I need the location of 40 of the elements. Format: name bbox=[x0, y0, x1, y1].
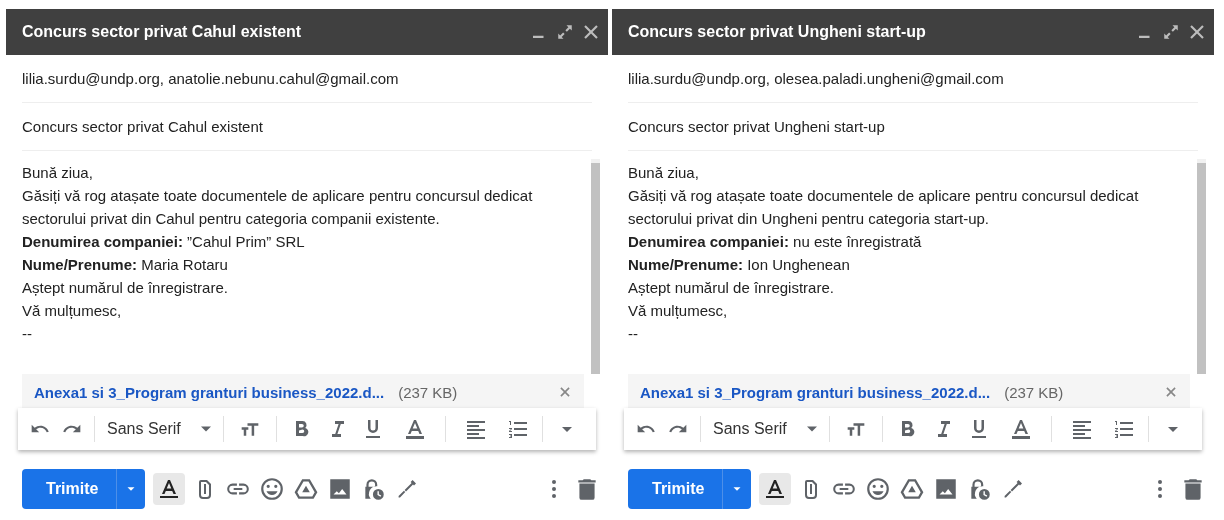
smiley-icon[interactable] bbox=[865, 476, 892, 502]
message-line: Găsiți vă rog atașate toate documentele de aplicare pentru concursul dedicat bbox=[22, 186, 534, 206]
message-line: Denumirea companiei: nu este înregistrată bbox=[628, 232, 923, 252]
window-title: Concurs sector privat Cahul existent bbox=[22, 23, 303, 41]
recipients-field[interactable]: lilia.surdu@undp.org, anatolie.nebunu.cahul@gmail.com bbox=[22, 55, 592, 103]
message-line: Bună ziua, bbox=[22, 163, 94, 183]
smiley-icon[interactable] bbox=[259, 476, 286, 502]
triangle-icon[interactable] bbox=[899, 476, 926, 502]
caret-icon[interactable] bbox=[806, 426, 817, 432]
message-line: -- bbox=[22, 324, 33, 344]
message-line: Nume/Prenume: Maria Rotaru bbox=[22, 255, 229, 275]
close-icon[interactable] bbox=[582, 23, 600, 41]
window-title: Concurs sector privat Ungheni start-up bbox=[628, 23, 927, 41]
message-line: sectorului privat din Cahul pentru categoria companii existente. bbox=[22, 209, 441, 229]
message-line: Aștept numărul de înregistrare. bbox=[628, 278, 835, 298]
attachment-chip[interactable]: Anexa1 si 3_Program granturi business_2022.d... (237 KB) bbox=[22, 374, 584, 410]
font-dropdown[interactable]: Sans Serif bbox=[103, 420, 215, 438]
attachment-chip[interactable]: Anexa1 si 3_Program granturi business_2022.d... (237 KB) bbox=[628, 374, 1190, 410]
scrollbar-thumb[interactable] bbox=[1197, 163, 1206, 374]
message-line: Aștept numărul de înregistrare. bbox=[22, 278, 229, 298]
close-icon[interactable] bbox=[1164, 385, 1178, 399]
message-line: Vă mulțumesc, bbox=[22, 301, 123, 321]
message-line: -- bbox=[628, 324, 639, 344]
message-line: Vă mulțumesc, bbox=[628, 301, 729, 321]
expand-icon[interactable] bbox=[1162, 23, 1180, 41]
subject-field[interactable]: Concurs sector privat Cahul existent bbox=[22, 103, 592, 151]
message-line: Denumirea companiei: ”Cahul Prim” SRL bbox=[22, 232, 306, 252]
message-line: sectorului privat din Ungheni pentru categoria start-up. bbox=[628, 209, 991, 229]
message-line: Bună ziua, bbox=[628, 163, 700, 183]
caret-icon[interactable] bbox=[200, 426, 211, 432]
subject-field[interactable]: Concurs sector privat Ungheni start-up bbox=[628, 103, 1198, 151]
message-line: Găsiți vă rog atașate toate documentele de aplicare pentru concursul dedicat bbox=[628, 186, 1140, 206]
font-dropdown[interactable]: Sans Serif bbox=[709, 420, 821, 438]
close-icon[interactable] bbox=[558, 385, 572, 399]
message-line: Nume/Prenume: Ion Unghenean bbox=[628, 255, 851, 275]
scrollbar-thumb[interactable] bbox=[591, 163, 600, 374]
triangle-icon[interactable] bbox=[293, 476, 320, 502]
expand-icon[interactable] bbox=[556, 23, 574, 41]
close-icon[interactable] bbox=[1188, 23, 1206, 41]
recipients-field[interactable]: lilia.surdu@undp.org, olesea.paladi.ungheni@gmail.com bbox=[628, 55, 1198, 103]
